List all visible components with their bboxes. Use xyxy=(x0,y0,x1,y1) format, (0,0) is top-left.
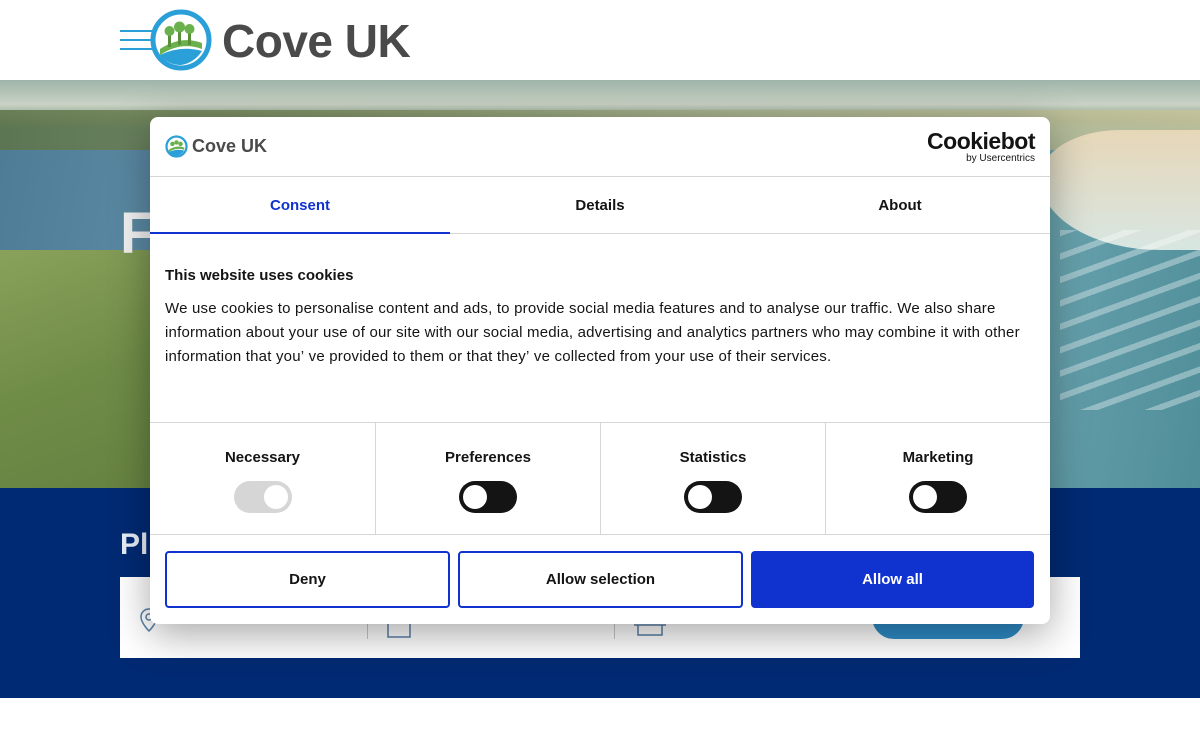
category-label: Statistics xyxy=(679,449,747,466)
tab-about[interactable]: About xyxy=(750,177,1050,234)
category-necessary: Necessary xyxy=(150,423,375,535)
allow-all-button[interactable]: Allow all xyxy=(751,551,1034,608)
category-label: Preferences xyxy=(445,449,531,466)
cookiebot-byline: by Usercentrics xyxy=(966,153,1035,164)
cookie-categories: Necessary Preferences Statistics Marketi… xyxy=(150,422,1050,535)
tab-consent[interactable]: Consent xyxy=(150,177,450,234)
category-statistics: Statistics xyxy=(600,423,825,535)
active-tab-indicator xyxy=(150,232,450,234)
cookiebot-wordmark: Cookiebot xyxy=(927,128,1035,154)
dialog-tabs: Consent Details About xyxy=(150,177,1050,234)
category-label: Marketing xyxy=(902,449,974,466)
category-marketing: Marketing xyxy=(825,423,1050,535)
cookiebot-logo[interactable]: Cookiebot by Usercentrics xyxy=(927,129,1035,164)
dialog-header: Cove UK Cookiebot by Usercentrics xyxy=(150,117,1050,177)
consent-title: This website uses cookies xyxy=(165,267,354,284)
tab-details[interactable]: Details xyxy=(450,177,750,234)
consent-description: We use cookies to personalise content an… xyxy=(165,300,1020,365)
necessary-toggle xyxy=(233,481,292,513)
category-label: Necessary xyxy=(224,449,301,466)
cove-logo-icon xyxy=(165,135,188,158)
dialog-brand-name: Cove UK xyxy=(192,136,268,156)
category-preferences: Preferences xyxy=(375,423,600,535)
statistics-toggle[interactable] xyxy=(684,481,742,513)
marketing-toggle[interactable] xyxy=(909,481,967,513)
preferences-toggle[interactable] xyxy=(459,481,517,513)
allow-selection-button[interactable]: Allow selection xyxy=(458,551,743,608)
deny-button[interactable]: Deny xyxy=(165,551,450,608)
cookie-consent-dialog: Cove UK Cookiebot by Usercentrics Consen… xyxy=(150,117,1050,624)
